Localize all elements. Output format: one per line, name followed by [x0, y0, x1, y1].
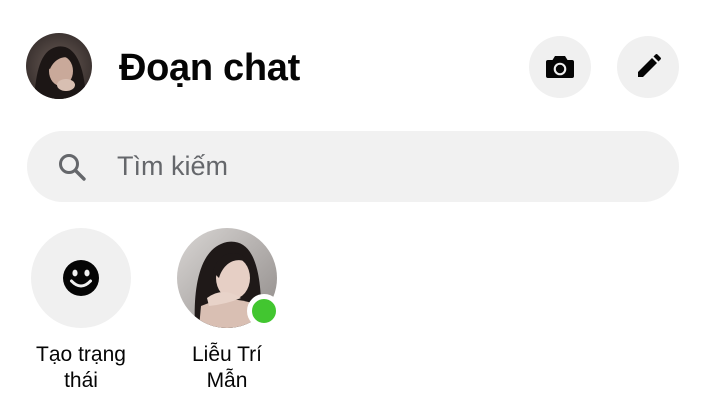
create-status-label-line1: Tạo trạng: [36, 343, 126, 366]
create-status-label: Tạo trạng thái: [11, 342, 151, 394]
create-status-label-line2: thái: [64, 369, 98, 392]
contact-avatar-wrapper[interactable]: [177, 228, 281, 328]
camera-icon: [546, 56, 574, 78]
messenger-chats-screen: Đoạn chat Tạo: [0, 0, 706, 408]
profile-photo-icon: [26, 33, 92, 99]
contact-name-line2: Mẫn: [206, 369, 248, 392]
search-icon: [59, 154, 86, 181]
smiley-icon: [63, 260, 99, 296]
search-bar[interactable]: [27, 131, 679, 202]
camera-button[interactable]: [529, 36, 591, 98]
contact-name: Liễu Trí Mẫn: [157, 342, 297, 394]
profile-avatar[interactable]: [26, 33, 92, 99]
pencil-icon: [638, 54, 661, 77]
online-status-dot: [247, 294, 281, 328]
contact-name-line1: Liễu Trí: [191, 343, 263, 366]
compose-button[interactable]: [617, 36, 679, 98]
create-status-item[interactable]: Tạo trạng thái: [11, 228, 151, 394]
contact-item[interactable]: Liễu Trí Mẫn: [157, 228, 297, 394]
page-title: Đoạn chat: [119, 47, 300, 89]
search-input[interactable]: [117, 131, 657, 202]
create-status-button[interactable]: [31, 228, 131, 328]
